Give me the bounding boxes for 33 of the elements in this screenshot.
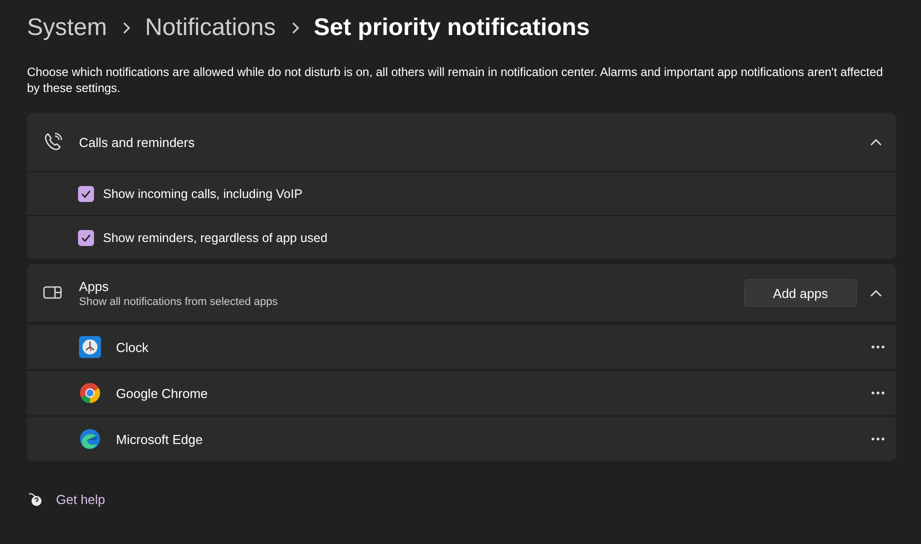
chevron-icon[interactable]: [870, 138, 882, 146]
more-options-icon[interactable]: [871, 345, 885, 349]
get-help-link[interactable]: Get help: [56, 492, 106, 506]
section-header[interactable]: Calls and reminders: [27, 113, 896, 172]
chevron-right-icon: [290, 21, 300, 35]
breadcrumb-link[interactable]: Notifications: [145, 14, 276, 42]
check-icon: [81, 234, 91, 242]
app-name: Clock: [116, 340, 150, 354]
phone-icon: [43, 132, 63, 152]
wave-icon: [79, 428, 101, 450]
app-name: Microsoft Edge: [116, 432, 204, 446]
checkbox[interactable]: [78, 230, 94, 246]
section-title: Calls and reminders: [79, 134, 196, 150]
section-header[interactable]: Apps Show all notifications from selected apps Add apps: [27, 264, 896, 323]
more-options-icon[interactable]: [871, 391, 885, 395]
checkbox-label: Show incoming calls, including VoIP: [103, 186, 302, 200]
check-icon: [81, 190, 91, 198]
description-text: Choose which notifications are allowed while do not disturb is on, all others will remain in notification center. Alarms and important app notifications aren't affected by these settings.: [27, 64, 884, 96]
chevron-icon[interactable]: [870, 289, 882, 297]
app-name: Google Chrome: [116, 386, 209, 400]
checkbox[interactable]: [78, 186, 94, 202]
more-options-icon[interactable]: [871, 437, 885, 441]
section-subtitle: Show all notifications from selected apps: [79, 296, 279, 308]
checkbox-label: Show reminders, regardless of app used: [103, 230, 328, 244]
help-icon: [27, 491, 43, 507]
page-title: Set priority notifications: [314, 14, 590, 42]
chevron-right-icon: [121, 21, 132, 35]
section-title: Apps: [79, 278, 110, 294]
window-icon: [43, 285, 63, 301]
add-apps-button[interactable]: Add apps: [744, 279, 857, 307]
clock-icon: [79, 336, 101, 358]
browser-icon: [79, 382, 101, 404]
breadcrumb-link[interactable]: System: [27, 14, 108, 42]
